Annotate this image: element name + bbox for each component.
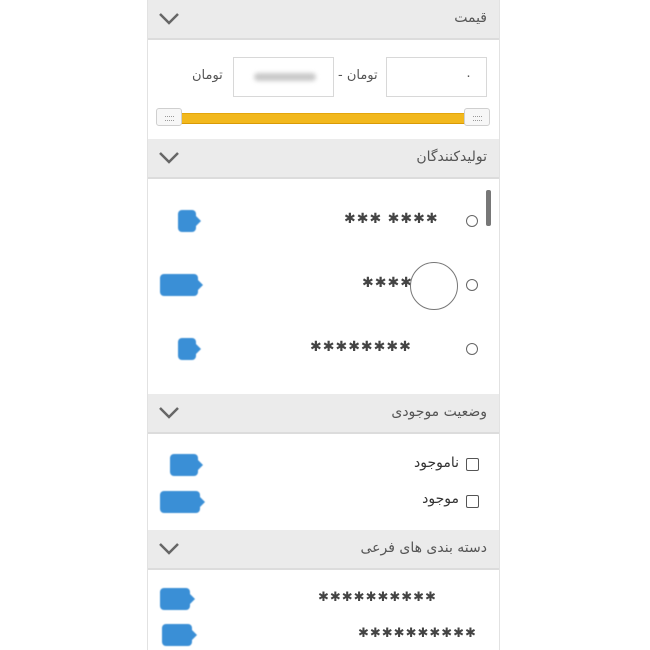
manufacturer-name: ✱✱✱✱ xyxy=(362,275,413,291)
availability-section-title: وضعیت موجودی xyxy=(391,404,487,420)
manufacturer-name: ✱✱✱ ✱✱✱✱ xyxy=(344,211,439,227)
manufacturers-section-title: تولیدکنندگان xyxy=(416,149,487,165)
count-badge xyxy=(160,274,203,296)
manufacturer-radio[interactable] xyxy=(466,215,478,227)
availability-label: ناموجود xyxy=(413,455,459,471)
count-badge xyxy=(178,210,201,232)
chevron-down-icon[interactable] xyxy=(158,542,180,556)
manufacturer-name: ✱✱✱✱✱✱✱✱ xyxy=(310,339,412,355)
manufacturer-item[interactable]: ✱✱✱ ✱✱✱✱ xyxy=(148,202,499,242)
manufacturers-section-header[interactable]: تولیدکنندگان xyxy=(148,139,499,179)
chevron-down-icon[interactable] xyxy=(158,151,180,165)
price-max-input[interactable] xyxy=(233,57,334,97)
manufacturer-item[interactable]: ✱✱✱✱✱✱✱✱ xyxy=(148,330,499,370)
availability-section-header[interactable]: وضعیت موجودی xyxy=(148,394,499,434)
count-badge xyxy=(160,588,195,610)
availability-label: موجود xyxy=(422,491,459,507)
chevron-down-icon[interactable] xyxy=(158,12,180,26)
subcategories-section-title: دسته بندی های فرعی xyxy=(360,540,487,556)
count-badge xyxy=(160,491,205,513)
price-max-unit: تومان xyxy=(192,68,223,83)
count-badge xyxy=(170,454,203,476)
price-min-value: ۰ xyxy=(465,69,472,84)
price-max-handle[interactable] xyxy=(464,108,490,126)
availability-item[interactable]: ناموجود xyxy=(148,446,499,486)
price-section-title: قیمت xyxy=(454,10,487,26)
price-min-input[interactable]: ۰ xyxy=(386,57,487,97)
availability-checkbox[interactable] xyxy=(466,495,479,508)
manufacturer-item[interactable]: ✱✱✱✱ xyxy=(148,262,499,310)
manufacturer-radio[interactable] xyxy=(466,279,478,291)
price-max-value-obscured xyxy=(254,73,316,81)
filter-panel: قیمت ۰ تومان - تومان تولیدکنندگان ✱✱✱ ✱✱… xyxy=(147,0,500,650)
subcategory-name: ✱✱✱✱✱✱✱✱✱✱ xyxy=(318,590,437,605)
subcategory-item[interactable]: ✱✱✱✱✱✱✱✱✱✱ xyxy=(148,624,499,650)
price-min-unit: تومان - xyxy=(338,68,378,83)
subcategory-name: ✱✱✱✱✱✱✱✱✱✱ xyxy=(358,626,477,641)
subcategories-section-header[interactable]: دسته بندی های فرعی xyxy=(148,530,499,570)
subcategory-item[interactable]: ✱✱✱✱✱✱✱✱✱✱ xyxy=(148,586,499,626)
count-badge xyxy=(178,338,201,360)
availability-checkbox[interactable] xyxy=(466,458,479,471)
chevron-down-icon[interactable] xyxy=(158,406,180,420)
count-badge xyxy=(162,624,197,646)
price-min-handle[interactable] xyxy=(156,108,182,126)
price-section-header[interactable]: قیمت xyxy=(148,0,499,40)
availability-item[interactable]: موجود xyxy=(148,481,499,521)
manufacturer-radio[interactable] xyxy=(466,343,478,355)
price-range-track[interactable] xyxy=(172,113,477,124)
manufacturer-logo-circle xyxy=(410,262,458,310)
